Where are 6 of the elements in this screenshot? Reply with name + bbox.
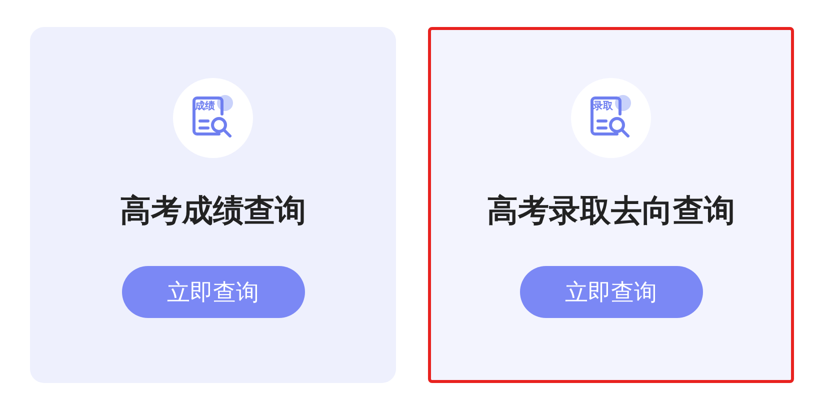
card-title: 高考成绩查询: [120, 192, 306, 231]
card-title: 高考录取去向查询: [487, 192, 735, 231]
query-card[interactable]: 录取 高考录取去向查询 立即查询: [428, 27, 794, 383]
icon-label: 录取: [593, 101, 613, 113]
icon-label: 成绩: [195, 101, 215, 113]
query-card[interactable]: 成绩 高考成绩查询 立即查询: [30, 27, 396, 383]
